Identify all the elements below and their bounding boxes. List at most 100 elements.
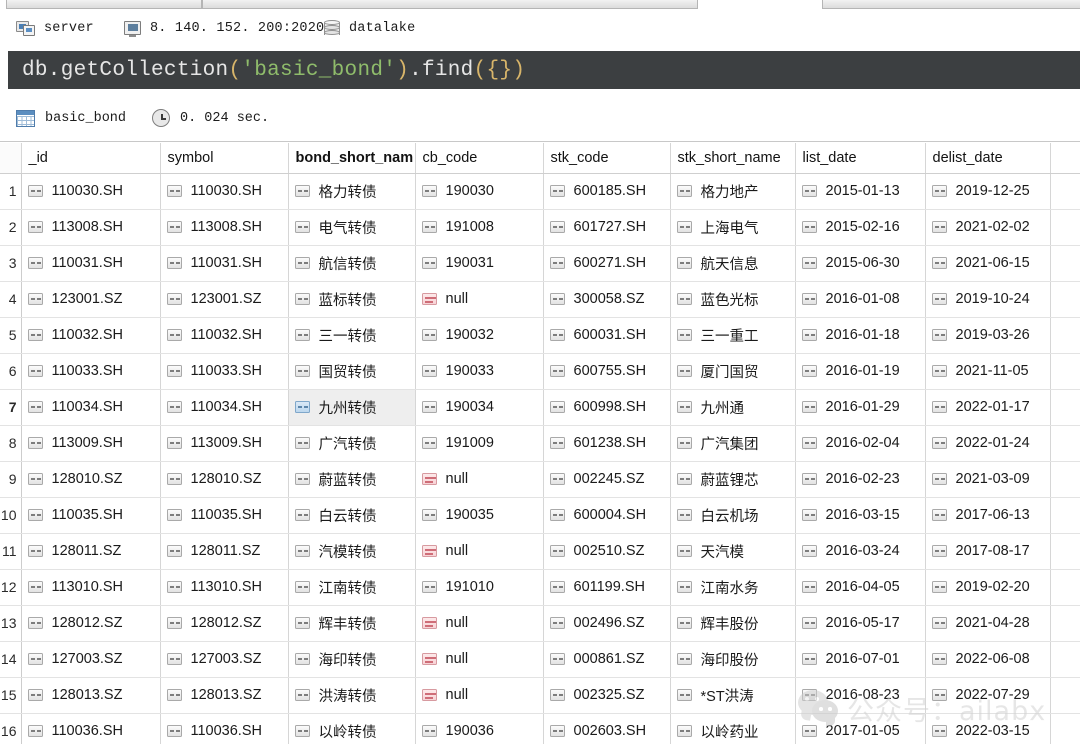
cell-stk-short-name[interactable]: 航天信息 [670, 245, 796, 282]
column-header-stk-short-name[interactable]: stk_short_name [670, 143, 796, 174]
cell--id[interactable]: 110031.SH [21, 245, 161, 282]
row-number[interactable]: 14 [0, 641, 22, 678]
cell-symbol[interactable]: 128011.SZ [160, 533, 289, 570]
row-number[interactable]: 12 [0, 569, 22, 606]
table-row[interactable]: 2 113008.SH 113008.SH 电气转债 191008 601727.SH 上海… [0, 209, 1080, 246]
cell-stk-short-name[interactable]: 蓝色光标 [670, 281, 796, 318]
table-row[interactable]: 5 110032.SH 110032.SH 三一转债 190032 600031.SH 三一… [0, 317, 1080, 354]
cell-stk-code[interactable]: 600998.SH [543, 389, 671, 426]
table-row[interactable]: 12 113010.SH 113010.SH 江南转债 191010 601199.SH 江… [0, 569, 1080, 606]
cell-cb-code[interactable]: 190036 [415, 713, 544, 744]
cell-symbol[interactable]: 123001.SZ [160, 281, 289, 318]
row-number[interactable]: 7 [0, 389, 22, 426]
cell-list-date[interactable]: 2016-07-01 [795, 641, 926, 678]
cell-symbol[interactable]: 113008.SH [160, 209, 289, 246]
cell--id[interactable]: 127003.SZ [21, 641, 161, 678]
cell-cb-code[interactable]: 191008 [415, 209, 544, 246]
cell-list-date[interactable]: 2015-06-30 [795, 245, 926, 282]
cell-list-date[interactable]: 2016-01-19 [795, 353, 926, 390]
cell-list-date[interactable]: 2016-01-08 [795, 281, 926, 318]
cell-symbol[interactable]: 110032.SH [160, 317, 289, 354]
cell-list-date[interactable]: 2017-01-05 [795, 713, 926, 744]
cell-list-date[interactable]: 2016-03-24 [795, 533, 926, 570]
cell-delist-date[interactable]: 2017-06-13 [925, 497, 1051, 534]
cell-stk-code[interactable]: 002510.SZ [543, 533, 671, 570]
cell-cb-code[interactable]: 190030 [415, 173, 544, 210]
cell-list-date[interactable]: 2016-02-23 [795, 461, 926, 498]
cell-list-date[interactable]: 2015-01-13 [795, 173, 926, 210]
row-number[interactable]: 10 [0, 497, 22, 534]
table-row[interactable]: 7 110034.SH 110034.SH 九州转债 190034 600998.SH 九州… [0, 389, 1080, 426]
row-number[interactable]: 11 [0, 533, 22, 570]
cell-delist-date[interactable]: 2022-01-24 [925, 425, 1051, 462]
result-tab-basic-bond[interactable]: basic_bond [16, 95, 126, 141]
cell-stk-code[interactable]: 000861.SZ [543, 641, 671, 678]
cell--id[interactable]: 128012.SZ [21, 605, 161, 642]
row-number[interactable]: 2 [0, 209, 22, 246]
cell-stk-code[interactable]: 600004.SH [543, 497, 671, 534]
cell-stk-code[interactable]: 002496.SZ [543, 605, 671, 642]
cell--id[interactable]: 128011.SZ [21, 533, 161, 570]
cell-delist-date[interactable]: 2022-03-15 [925, 713, 1051, 744]
window-tab-2[interactable] [202, 0, 698, 9]
cell-symbol[interactable]: 110031.SH [160, 245, 289, 282]
connection-host[interactable]: 8. 140. 152. 200:2020 [124, 9, 324, 48]
cell-list-date[interactable]: 2016-08-23 [795, 677, 926, 714]
cell-cb-code[interactable]: 190032 [415, 317, 544, 354]
cell-stk-code[interactable]: 601199.SH [543, 569, 671, 606]
cell--id[interactable]: 113009.SH [21, 425, 161, 462]
cell-delist-date[interactable]: 2022-01-17 [925, 389, 1051, 426]
cell-stk-code[interactable]: 300058.SZ [543, 281, 671, 318]
cell-cb-code[interactable]: null [415, 533, 544, 570]
cell-stk-short-name[interactable]: 辉丰股份 [670, 605, 796, 642]
cell-cb-code[interactable]: null [415, 605, 544, 642]
cell-stk-short-name[interactable]: 九州通 [670, 389, 796, 426]
cell-list-date[interactable]: 2016-04-05 [795, 569, 926, 606]
cell-symbol[interactable]: 128010.SZ [160, 461, 289, 498]
column-header-delist-date[interactable]: delist_date [925, 143, 1051, 174]
cell-stk-code[interactable]: 600185.SH [543, 173, 671, 210]
cell-cb-code[interactable]: null [415, 281, 544, 318]
cell-symbol[interactable]: 110034.SH [160, 389, 289, 426]
connection-database[interactable]: datalake [324, 9, 415, 48]
table-row[interactable]: 16 110036.SH 110036.SH 以岭转债 190036 002603.SH 以… [0, 713, 1080, 744]
cell-stk-code[interactable]: 002245.SZ [543, 461, 671, 498]
cell-cb-code[interactable]: null [415, 641, 544, 678]
cell-cb-code[interactable]: 191009 [415, 425, 544, 462]
cell-list-date[interactable]: 2016-02-04 [795, 425, 926, 462]
cell--id[interactable]: 128010.SZ [21, 461, 161, 498]
cell-stk-short-name[interactable]: 江南水务 [670, 569, 796, 606]
table-row[interactable]: 15 128013.SZ 128013.SZ 洪涛转债 null 002325.SZ *ST… [0, 677, 1080, 714]
cell-stk-code[interactable]: 002325.SZ [543, 677, 671, 714]
cell-stk-code[interactable]: 002603.SH [543, 713, 671, 744]
cell-bond-short-name[interactable]: 以岭转债 [288, 713, 416, 744]
table-row[interactable]: 10 110035.SH 110035.SH 白云转债 190035 600004.SH 白… [0, 497, 1080, 534]
cell-list-date[interactable]: 2016-01-29 [795, 389, 926, 426]
column-header-list-date[interactable]: list_date [795, 143, 926, 174]
cell-list-date[interactable]: 2015-02-16 [795, 209, 926, 246]
column-header-stk-code[interactable]: stk_code [543, 143, 671, 174]
cell-delist-date[interactable]: 2021-11-05 [925, 353, 1051, 390]
cell-bond-short-name[interactable]: 九州转债 [288, 389, 416, 426]
cell-delist-date[interactable]: 2019-12-25 [925, 173, 1051, 210]
cell-stk-code[interactable]: 600031.SH [543, 317, 671, 354]
cell-symbol[interactable]: 127003.SZ [160, 641, 289, 678]
cell-symbol[interactable]: 128012.SZ [160, 605, 289, 642]
cell-list-date[interactable]: 2016-05-17 [795, 605, 926, 642]
cell-cb-code[interactable]: 190031 [415, 245, 544, 282]
cell--id[interactable]: 110034.SH [21, 389, 161, 426]
table-row[interactable]: 14 127003.SZ 127003.SZ 海印转债 null 000861.SZ 海印股… [0, 641, 1080, 678]
cell-stk-short-name[interactable]: 蔚蓝锂芯 [670, 461, 796, 498]
cell-cb-code[interactable]: 191010 [415, 569, 544, 606]
cell-bond-short-name[interactable]: 洪涛转债 [288, 677, 416, 714]
cell-bond-short-name[interactable]: 蓝标转债 [288, 281, 416, 318]
row-number[interactable]: 3 [0, 245, 22, 282]
cell-bond-short-name[interactable]: 海印转债 [288, 641, 416, 678]
cell-stk-code[interactable]: 600271.SH [543, 245, 671, 282]
cell--id[interactable]: 113008.SH [21, 209, 161, 246]
cell-stk-code[interactable]: 601238.SH [543, 425, 671, 462]
cell-bond-short-name[interactable]: 广汽转债 [288, 425, 416, 462]
cell-delist-date[interactable]: 2021-02-02 [925, 209, 1051, 246]
cell-cb-code[interactable]: null [415, 461, 544, 498]
table-row[interactable]: 13 128012.SZ 128012.SZ 辉丰转债 null 002496.SZ 辉丰股… [0, 605, 1080, 642]
